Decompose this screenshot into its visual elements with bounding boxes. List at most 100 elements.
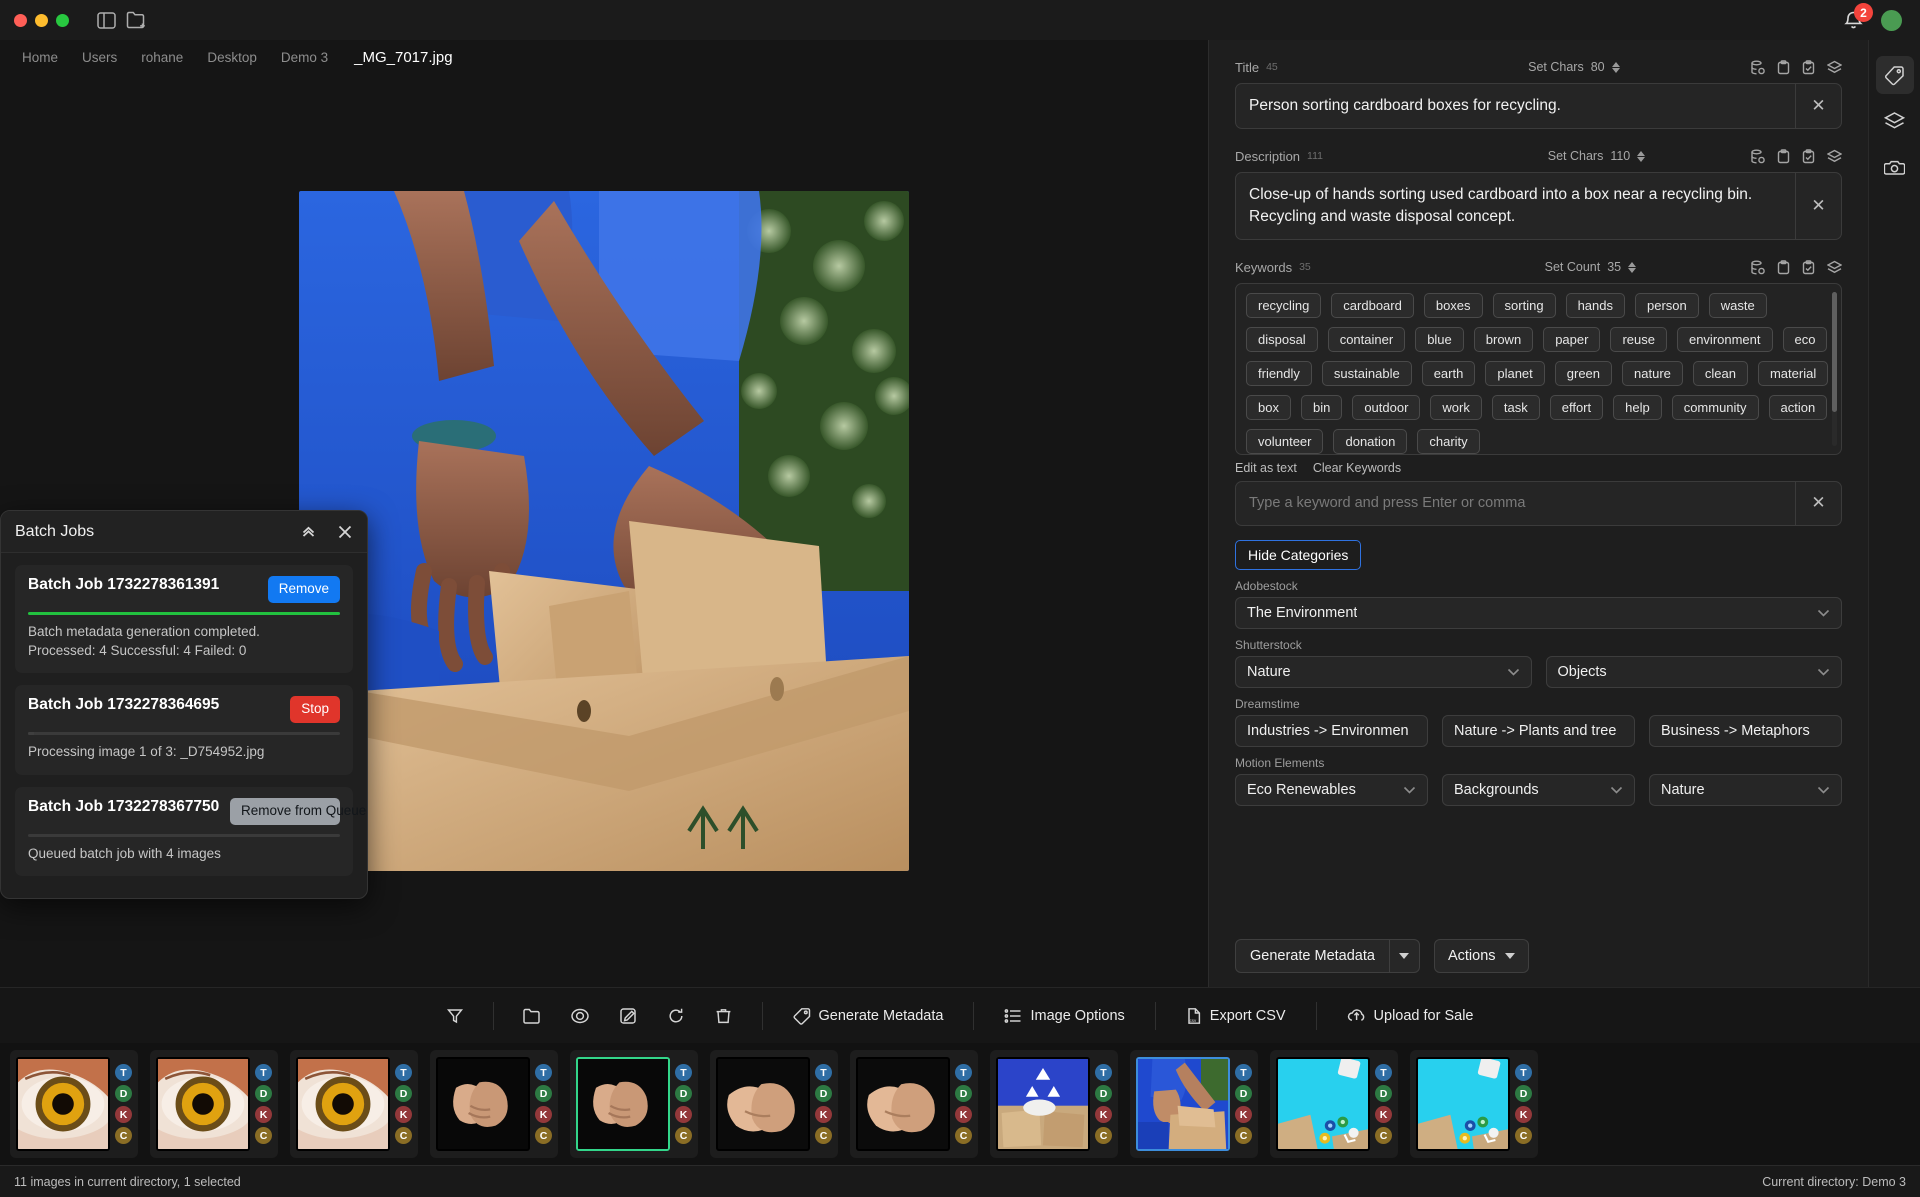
keywords-set-count-stepper[interactable]	[1628, 261, 1637, 273]
trash-icon[interactable]	[704, 998, 744, 1034]
batch-job-remove-button[interactable]: Remove	[267, 576, 340, 603]
clipboard-check-icon[interactable]	[1802, 148, 1815, 164]
keywords-scrollbar[interactable]	[1832, 292, 1837, 446]
keyword-chip[interactable]: donation	[1333, 429, 1408, 454]
keyword-chip[interactable]: sustainable	[1321, 361, 1412, 386]
keyword-chip[interactable]: paper	[1543, 327, 1601, 352]
rail-tag-icon[interactable]	[1875, 56, 1914, 94]
database-save-icon[interactable]	[1750, 260, 1765, 275]
title-set-chars-stepper[interactable]	[1611, 61, 1620, 73]
keyword-chip[interactable]: clean	[1692, 361, 1748, 386]
thumbnail-item[interactable]: TDKC	[150, 1050, 278, 1158]
keyword-chip[interactable]: earth	[1421, 361, 1476, 386]
motion-elements-category-select-2[interactable]: Backgrounds	[1442, 773, 1635, 806]
keyword-chip[interactable]: boxes	[1423, 293, 1483, 318]
filter-icon[interactable]	[435, 998, 475, 1034]
thumbnail-image[interactable]	[576, 1057, 670, 1151]
keyword-chip[interactable]: task	[1491, 395, 1540, 420]
actions-button[interactable]: Actions	[1433, 939, 1529, 973]
thumbnail-image[interactable]	[1416, 1057, 1510, 1151]
avatar[interactable]	[1881, 9, 1902, 31]
title-input[interactable]: Person sorting cardboard boxes for recyc…	[1236, 84, 1795, 128]
thumbnail-item[interactable]: TDKC	[1130, 1050, 1258, 1158]
minimize-window-button[interactable]	[35, 13, 48, 27]
description-input[interactable]: Close-up of hands sorting used cardboard…	[1236, 173, 1795, 239]
rail-camera-icon[interactable]	[1876, 148, 1914, 186]
rail-layers-icon[interactable]	[1876, 102, 1914, 140]
clipboard-icon[interactable]	[1777, 59, 1790, 75]
window-controls[interactable]	[14, 13, 69, 27]
refresh-icon[interactable]	[656, 998, 696, 1034]
description-set-chars-stepper[interactable]	[1637, 150, 1646, 162]
batch-job-stop-button[interactable]: Stop	[290, 696, 340, 723]
adobestock-category-select[interactable]: The Environment	[1235, 596, 1842, 629]
keyword-chip[interactable]: environment	[1676, 327, 1773, 352]
eye-icon[interactable]	[560, 998, 600, 1034]
thumbnail-item[interactable]: TDKC	[850, 1050, 978, 1158]
keyword-chip[interactable]: blue	[1415, 327, 1464, 352]
layers-icon[interactable]	[1827, 149, 1842, 164]
motion-elements-category-select-3[interactable]: Nature	[1649, 773, 1842, 806]
breadcrumb-item-demo3[interactable]: Demo 3	[269, 50, 340, 65]
layers-icon[interactable]	[1826, 60, 1842, 75]
hide-categories-button[interactable]: Hide Categories	[1235, 539, 1362, 570]
clipboard-icon[interactable]	[1777, 259, 1790, 275]
keyword-chip[interactable]: volunteer	[1246, 429, 1324, 454]
keyword-chip[interactable]: container	[1327, 327, 1406, 352]
layers-icon[interactable]	[1826, 260, 1842, 275]
keyword-chip[interactable]: box	[1246, 395, 1291, 420]
clear-keywords-button[interactable]: Clear Keywords	[1313, 461, 1401, 475]
keyword-input-wrapper[interactable]: Type a keyword and press Enter or comma …	[1235, 481, 1842, 526]
keyword-chip[interactable]: outdoor	[1352, 395, 1421, 420]
close-window-button[interactable]	[14, 13, 27, 27]
keyword-input-clear-icon[interactable]: ✕	[1795, 482, 1841, 525]
chevrons-up-icon[interactable]	[300, 523, 317, 540]
keyword-chip[interactable]: green	[1554, 361, 1613, 386]
title-input-wrapper[interactable]: Person sorting cardboard boxes for recyc…	[1235, 83, 1842, 129]
new-folder-icon[interactable]	[121, 5, 151, 35]
thumbnail-image[interactable]	[156, 1057, 250, 1151]
clipboard-icon[interactable]	[1777, 148, 1790, 164]
dreamstime-category-select-3[interactable]: Business -> Metaphors	[1649, 714, 1842, 747]
thumbnail-image[interactable]	[1276, 1057, 1370, 1151]
generate-metadata-dropdown-arrow[interactable]	[1388, 940, 1419, 972]
database-save-icon[interactable]	[1750, 60, 1765, 75]
clipboard-check-icon[interactable]	[1802, 59, 1815, 75]
shutterstock-category-select-2[interactable]: Objects	[1545, 655, 1842, 688]
keyword-chip[interactable]: cardboard	[1331, 293, 1414, 318]
description-clear-icon[interactable]: ✕	[1795, 173, 1841, 239]
close-icon[interactable]	[337, 524, 353, 540]
edit-icon[interactable]	[608, 998, 648, 1034]
keyword-chip[interactable]: brown	[1473, 327, 1534, 352]
upload-for-sale-button[interactable]: Upload for Sale	[1331, 998, 1490, 1034]
keyword-chip[interactable]: hands	[1565, 293, 1625, 318]
motion-elements-category-select-1[interactable]: Eco Renewables	[1235, 773, 1428, 806]
shutterstock-category-select-1[interactable]: Nature	[1235, 655, 1532, 688]
edit-as-text-button[interactable]: Edit as text	[1235, 461, 1297, 475]
export-csv-button[interactable]: csv Export CSV	[1170, 998, 1302, 1034]
thumbnail-image[interactable]	[996, 1057, 1090, 1151]
keyword-chip[interactable]: reuse	[1610, 327, 1667, 352]
notifications-button[interactable]: 2	[1841, 3, 1873, 32]
thumbnail-item[interactable]: TDKC	[10, 1050, 138, 1158]
thumbnail-item[interactable]: TDKC	[430, 1050, 558, 1158]
keyword-chip[interactable]: disposal	[1246, 327, 1318, 352]
keyword-chip[interactable]: action	[1768, 395, 1828, 420]
thumbnail-image[interactable]	[436, 1057, 530, 1151]
breadcrumb-item-home[interactable]: Home	[10, 50, 70, 65]
keyword-chip[interactable]: eco	[1782, 327, 1828, 352]
thumbnail-item[interactable]: TDKC	[710, 1050, 838, 1158]
thumbnail-item[interactable]: TDKC	[1270, 1050, 1398, 1158]
keyword-chip[interactable]: recycling	[1246, 293, 1322, 318]
generate-metadata-split-button[interactable]: Generate Metadata	[1235, 939, 1420, 973]
keyword-chip[interactable]: material	[1757, 361, 1829, 386]
folder-icon[interactable]	[512, 998, 552, 1034]
breadcrumb-item-rohane[interactable]: rohane	[129, 50, 195, 65]
batch-job-remove-from-queue-button[interactable]: Remove from Queue	[230, 797, 366, 825]
keyword-input[interactable]: Type a keyword and press Enter or comma	[1236, 482, 1795, 525]
keyword-chip[interactable]: sorting	[1492, 293, 1556, 318]
keyword-chip[interactable]: effort	[1549, 395, 1604, 420]
title-clear-icon[interactable]: ✕	[1795, 84, 1841, 128]
keyword-chip[interactable]: bin	[1300, 395, 1343, 420]
thumbnail-image[interactable]	[1136, 1057, 1230, 1151]
